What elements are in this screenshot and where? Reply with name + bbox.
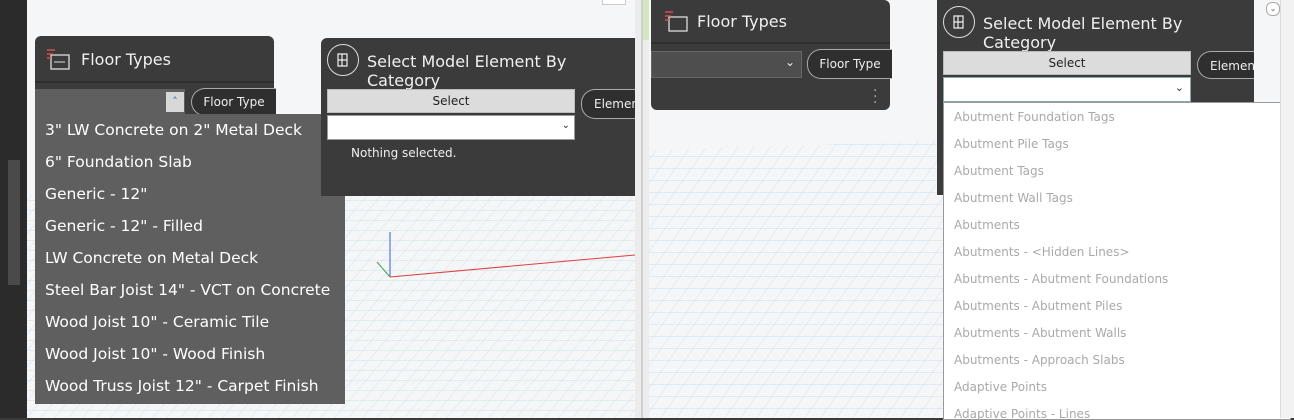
select-model-element-node[interactable]: Select Model Element By Category Select … xyxy=(321,38,654,196)
node-divider xyxy=(651,42,890,44)
select-button-right[interactable]: Select xyxy=(943,51,1191,75)
floor-type-output-port-right[interactable]: Floor Type xyxy=(807,49,892,79)
dropdown-item[interactable]: Wood Joist 10" - Ceramic Tile xyxy=(35,306,345,338)
category-select[interactable]: ⌄ xyxy=(327,115,575,140)
chevron-down-icon: ⌄ xyxy=(561,120,570,131)
chevron-up-icon[interactable]: ˄ xyxy=(166,92,184,112)
node-edge-stub xyxy=(937,170,943,195)
floor-type-output-port[interactable]: Floor Type xyxy=(191,88,276,116)
split-divider-line xyxy=(641,0,643,418)
list-item[interactable]: Adaptive Points - Lines xyxy=(944,401,1290,419)
chevron-down-icon: ⌄ xyxy=(1174,81,1184,94)
list-item[interactable]: Abutments - Abutment Piles xyxy=(944,293,1290,320)
list-item[interactable]: Adaptive Points xyxy=(944,374,1290,401)
category-select-right[interactable]: ⌄ xyxy=(943,77,1191,102)
select-element-icon xyxy=(327,44,359,76)
top-button-stub[interactable] xyxy=(602,0,626,5)
select-node-title: Select Model Element By Category xyxy=(367,52,567,90)
list-item[interactable]: Abutment Wall Tags xyxy=(944,185,1290,212)
list-item[interactable]: Abutments xyxy=(944,212,1290,239)
scroll-up-icon[interactable]: ⌄ xyxy=(1266,2,1280,16)
floor-types-node[interactable]: Floor Types ˄ Floor Type xyxy=(35,36,276,116)
floor-types-title: Floor Types xyxy=(81,50,171,69)
category-dropdown-list: Abutment Foundation Tags Abutment Pile T… xyxy=(943,102,1291,420)
dropdown-item[interactable]: LW Concrete on Metal Deck xyxy=(35,242,345,274)
floor-types-title-right: Floor Types xyxy=(697,12,787,31)
floor-types-icon xyxy=(663,9,691,39)
list-item[interactable]: Abutments - Approach Slabs xyxy=(944,347,1290,374)
list-item[interactable]: Abutments - Abutment Walls xyxy=(944,320,1290,347)
node-divider xyxy=(35,81,274,83)
dropdown-item[interactable]: 6" Foundation Slab xyxy=(35,146,345,178)
floor-type-dropdown[interactable] xyxy=(35,89,185,115)
dropdown-item[interactable]: Generic - 12" - Filled xyxy=(35,210,345,242)
list-item[interactable]: Abutments - <Hidden Lines> xyxy=(944,239,1290,266)
more-options-icon[interactable]: · · · xyxy=(873,84,877,110)
left-margin-strip xyxy=(8,160,20,285)
select-element-icon xyxy=(943,6,975,38)
dropdown-item[interactable]: Wood Joist 10" - Wood Finish xyxy=(35,338,345,370)
select-node-title-right: Select Model Element By Category xyxy=(983,14,1183,52)
select-button[interactable]: Select xyxy=(327,89,575,113)
floor-type-dropdown-list: 3" LW Concrete on 2" Metal Deck 6" Found… xyxy=(35,114,345,404)
element-output-port-right[interactable]: Elemen xyxy=(1197,51,1254,79)
list-item[interactable]: Abutment Foundation Tags xyxy=(944,104,1290,131)
list-item[interactable]: Abutments - Abutment Foundations xyxy=(944,266,1290,293)
list-item[interactable]: Abutment Tags xyxy=(944,158,1290,185)
dropdown-item[interactable]: 3" LW Concrete on 2" Metal Deck xyxy=(35,114,345,146)
selection-status: Nothing selected. xyxy=(351,146,457,160)
window-scrollbar[interactable] xyxy=(1280,0,1294,418)
floor-types-icon xyxy=(45,47,73,77)
chevron-down-icon: ⌄ xyxy=(784,55,795,69)
floor-type-dropdown-right[interactable]: ⌄ xyxy=(651,51,802,78)
dropdown-item[interactable]: Generic - 12" xyxy=(35,178,345,210)
dropdown-item[interactable]: Wood Truss Joist 12" - Carpet Finish xyxy=(35,370,345,402)
list-item[interactable]: Abutment Pile Tags xyxy=(944,131,1290,158)
dropdown-item[interactable]: Steel Bar Joist 14" - VCT on Concrete xyxy=(35,274,345,306)
floor-types-node-right[interactable]: Floor Types ⌄ Floor Type · · · xyxy=(651,0,892,110)
